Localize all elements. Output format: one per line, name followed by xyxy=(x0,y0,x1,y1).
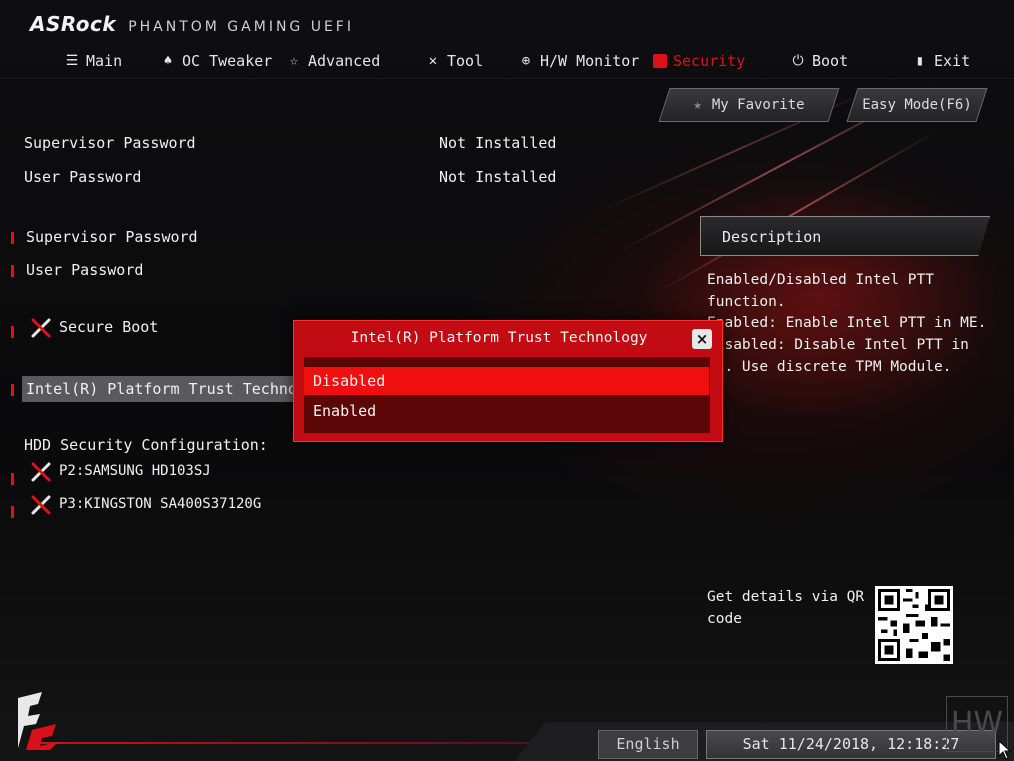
brand-logo: ASRock PHANTOM GAMING UEFI xyxy=(30,12,354,36)
tab-security-label: Security xyxy=(673,52,746,70)
nav-divider xyxy=(0,78,1014,79)
option-disabled[interactable]: Disabled xyxy=(304,367,709,395)
top-nav: ☰ Main ♠ OC Tweaker ☆ Advanced ✕ Tool ⊕ … xyxy=(0,46,1014,79)
tools-icon xyxy=(31,495,51,515)
list-icon: ☰ xyxy=(65,53,79,69)
mouse-cursor-icon xyxy=(998,740,1012,760)
brand-name: ASRock xyxy=(30,12,117,36)
description-header: Description xyxy=(700,216,990,256)
ptt-dialog: Intel(R) Platform Trust Technology × Dis… xyxy=(293,320,723,442)
supervisor-password-item[interactable]: Supervisor Password xyxy=(26,228,198,246)
qr-code-image xyxy=(875,586,953,664)
item-marker xyxy=(11,384,14,396)
supervisor-password-status-value: Not Installed xyxy=(439,134,557,152)
supervisor-password-status-label: Supervisor Password xyxy=(24,134,196,152)
close-icon[interactable]: × xyxy=(692,329,712,349)
tab-tool-label: Tool xyxy=(447,52,484,70)
tab-tool[interactable]: ✕ Tool xyxy=(425,46,483,76)
secure-boot-item[interactable]: Secure Boot xyxy=(59,318,158,336)
intel-ptt-item[interactable]: Intel(R) Platform Trust Technolog xyxy=(26,380,324,398)
tools-icon xyxy=(31,318,51,338)
tab-exit[interactable]: ▮ Exit xyxy=(912,46,970,76)
tab-main-label: Main xyxy=(86,52,123,70)
exit-icon: ▮ xyxy=(915,53,925,69)
drive-item-p3[interactable]: P3:KINGSTON SA400S37120G xyxy=(59,496,261,512)
item-marker xyxy=(11,265,14,277)
easy-mode-label: Easy Mode(F6) xyxy=(862,97,972,113)
star-icon: ★ xyxy=(693,97,702,113)
tab-exit-label: Exit xyxy=(934,52,971,70)
user-password-status-value: Not Installed xyxy=(439,168,557,186)
drive-item-p2[interactable]: P2:SAMSUNG HD103SJ xyxy=(59,463,211,479)
dialog-title: Intel(R) Platform Trust Technology xyxy=(350,330,648,346)
tab-boot-label: Boot xyxy=(812,52,849,70)
tab-advanced-label: Advanced xyxy=(308,52,381,70)
tab-oc-tweaker-label: OC Tweaker xyxy=(182,52,273,70)
language-button[interactable]: English xyxy=(598,730,698,759)
tools-icon: ✕ xyxy=(428,53,438,69)
my-favorite-button[interactable]: ★ My Favorite xyxy=(658,88,840,122)
tab-oc-tweaker[interactable]: ♠ OC Tweaker xyxy=(160,46,273,76)
tab-boot[interactable]: ⏻ Boot xyxy=(790,46,848,76)
tab-advanced[interactable]: ☆ Advanced xyxy=(286,46,380,76)
tools-icon xyxy=(31,462,51,482)
item-marker xyxy=(11,506,14,518)
tab-hw-monitor[interactable]: ⊕ H/W Monitor xyxy=(518,46,640,76)
tab-security[interactable]: Security xyxy=(653,46,745,76)
dialog-options: Disabled Enabled xyxy=(304,357,710,433)
brand-subtitle: PHANTOM GAMING UEFI xyxy=(128,19,354,35)
description-text: Enabled/Disabled Intel PTT function. Ena… xyxy=(707,272,987,375)
description-title: Description xyxy=(722,228,822,246)
item-marker xyxy=(11,473,14,485)
qr-caption: Get details via QR code xyxy=(707,589,865,627)
user-password-item[interactable]: User Password xyxy=(26,261,143,279)
user-password-status-label: User Password xyxy=(24,168,142,186)
tab-main[interactable]: ☰ Main xyxy=(64,46,122,76)
monitor-icon: ⊕ xyxy=(521,53,531,69)
star-icon: ☆ xyxy=(289,53,299,69)
easy-mode-button[interactable]: Easy Mode(F6) xyxy=(846,88,988,122)
power-icon: ⏻ xyxy=(792,53,804,69)
tab-hw-monitor-label: H/W Monitor xyxy=(540,52,640,70)
option-enabled[interactable]: Enabled xyxy=(304,397,709,425)
shield-icon xyxy=(653,54,667,68)
item-marker xyxy=(11,232,14,244)
flame-icon: ♠ xyxy=(163,53,173,69)
hdd-security-heading: HDD Security Configuration: xyxy=(24,436,268,454)
my-favorite-label: My Favorite xyxy=(711,97,805,113)
item-marker xyxy=(11,326,14,338)
